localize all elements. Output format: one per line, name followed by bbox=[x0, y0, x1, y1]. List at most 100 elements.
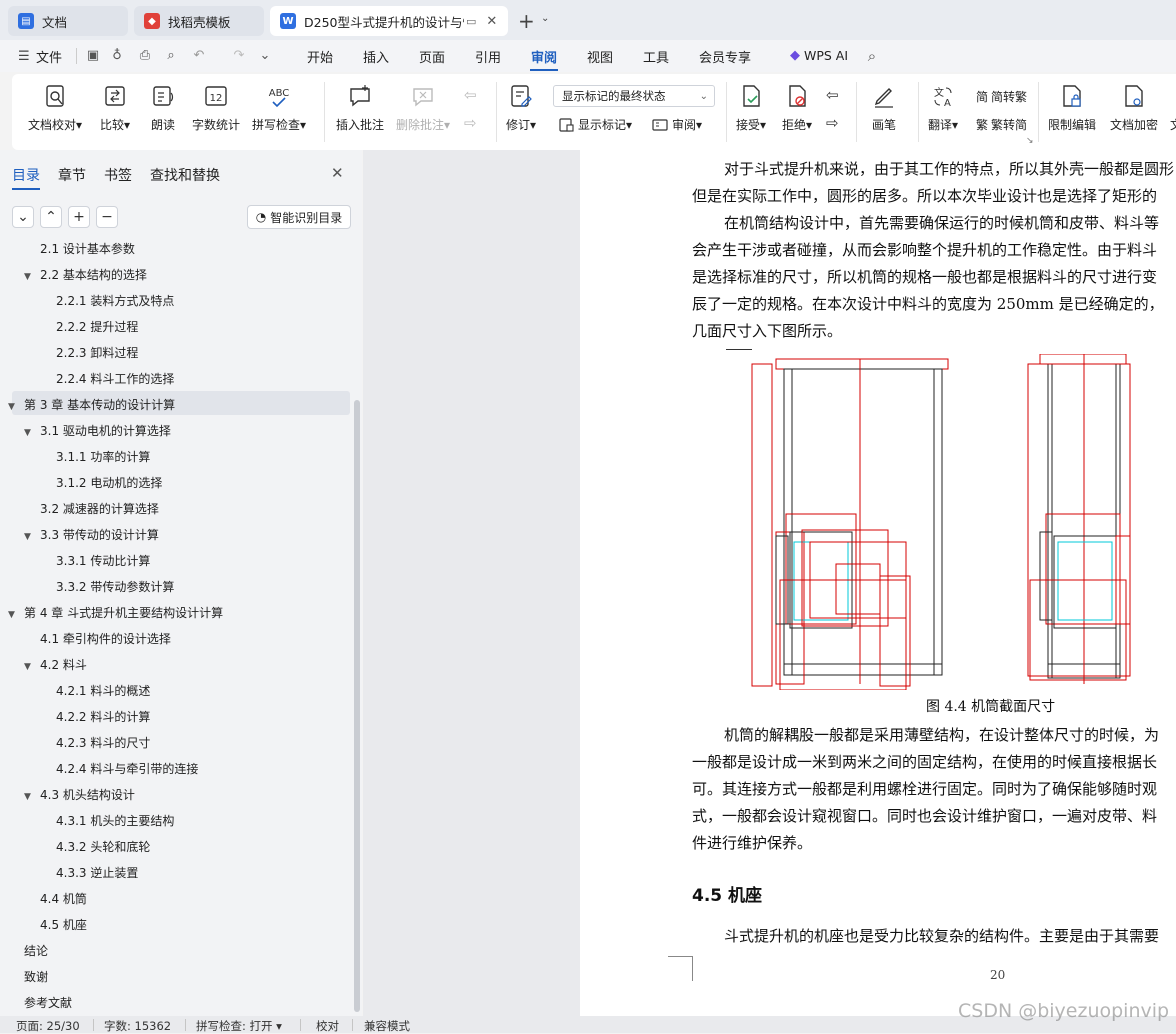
simplified-to-traditional-button[interactable]: 简 简转繁 bbox=[976, 88, 1027, 105]
expand-arrow-icon[interactable]: ▼ bbox=[24, 785, 34, 809]
reject-button[interactable]: 拒绝▾ bbox=[782, 84, 812, 133]
read-aloud-button[interactable]: 朗读 bbox=[151, 84, 175, 133]
close-panel-icon[interactable]: ✕ bbox=[331, 164, 344, 182]
expand-arrow-icon[interactable]: ▼ bbox=[8, 603, 18, 627]
toc-item[interactable]: 3.1.1 功率的计算 bbox=[56, 445, 150, 469]
redo-icon[interactable]: ↷ bbox=[232, 49, 246, 63]
spell-check-button[interactable]: ABC 拼写检查▾ bbox=[252, 84, 306, 133]
tab-list-chevron-icon[interactable]: ⌄ bbox=[541, 13, 549, 24]
menu-file[interactable]: 文件 bbox=[36, 47, 62, 66]
next-change-icon[interactable]: ⇨ bbox=[826, 114, 839, 132]
expand-arrow-icon[interactable]: ▼ bbox=[24, 655, 34, 679]
toc-item[interactable]: 4.2.3 料斗的尺寸 bbox=[56, 731, 150, 755]
menu-home[interactable]: 开始 bbox=[307, 47, 333, 66]
print-icon[interactable]: ⎙ bbox=[138, 49, 152, 63]
toc-item[interactable]: ▼ 2.2 基本结构的选择 bbox=[24, 263, 147, 287]
toc-item[interactable]: 3.3.1 传动比计算 bbox=[56, 549, 150, 573]
toc-item[interactable]: ▼ 4.2 料斗 bbox=[24, 653, 87, 677]
menu-review[interactable]: 审阅 bbox=[531, 47, 557, 66]
toc-item[interactable]: 3.1.2 电动机的选择 bbox=[56, 471, 162, 495]
word-count-button[interactable]: 12 字数统计 bbox=[192, 84, 240, 133]
menu-insert[interactable]: 插入 bbox=[363, 47, 389, 66]
tab-find-replace[interactable]: 查找和替换 bbox=[150, 165, 220, 185]
panel-scrollbar[interactable] bbox=[354, 400, 360, 1012]
tab-toc[interactable]: 目录 bbox=[12, 165, 40, 185]
search-icon[interactable]: ⌕ bbox=[865, 49, 879, 64]
collapse-down-icon[interactable]: ⌄ bbox=[12, 206, 34, 228]
translate-button[interactable]: 文A 翻译▾ bbox=[928, 84, 958, 133]
toc-item[interactable]: 2.2.3 卸料过程 bbox=[56, 341, 138, 365]
toc-item[interactable]: 4.2.2 料斗的计算 bbox=[56, 705, 150, 729]
toc-item[interactable]: 3.2 减速器的计算选择 bbox=[40, 497, 159, 521]
toc-item[interactable]: ▼ 3.1 驱动电机的计算选择 bbox=[24, 419, 171, 443]
track-changes-button[interactable]: 修订▾ bbox=[506, 84, 536, 133]
compare-button[interactable]: 比较▾ bbox=[100, 84, 130, 133]
more-ribbon-label[interactable]: 文 bbox=[1170, 116, 1176, 133]
toc-item[interactable]: 结论 bbox=[24, 939, 48, 963]
toc-item[interactable]: 4.3.3 逆止装置 bbox=[56, 861, 138, 885]
collapse-up-icon[interactable]: ⌃ bbox=[40, 206, 62, 228]
delete-comment-button[interactable]: 删除批注▾ bbox=[396, 84, 450, 133]
restrict-edit-button[interactable]: 限制编辑 bbox=[1048, 84, 1096, 133]
show-markup-button[interactable]: 显示标记 ▾ bbox=[558, 116, 632, 133]
pen-button[interactable]: 画笔 bbox=[872, 84, 896, 133]
expand-arrow-icon[interactable]: ▼ bbox=[24, 421, 34, 445]
review-pane-button[interactable]: 审阅 ▾ bbox=[652, 116, 702, 133]
toc-item[interactable]: 2.2.4 料斗工作的选择 bbox=[56, 367, 174, 391]
doc-encrypt-button[interactable]: 文档加密 bbox=[1110, 84, 1158, 133]
previous-comment-icon[interactable]: ⇦ bbox=[464, 86, 477, 104]
more-chevron-icon[interactable]: ⌄ bbox=[258, 49, 272, 63]
print-preview-icon[interactable]: ⌕ bbox=[164, 49, 178, 63]
wps-ai-button[interactable]: ◆ WPS AI bbox=[790, 48, 848, 63]
tab-current-document[interactable]: W D250型斗式提升机的设计与性 ▭ ✕ bbox=[270, 6, 508, 36]
accept-button[interactable]: 接受▾ bbox=[736, 84, 766, 133]
smart-toc-button[interactable]: ◔ 智能识别目录 bbox=[247, 205, 351, 229]
share-icon[interactable]: ♁ bbox=[110, 49, 124, 63]
toc-item[interactable]: ▼ 3.3 带传动的设计计算 bbox=[24, 523, 159, 547]
menu-page[interactable]: 页面 bbox=[419, 47, 445, 66]
toc-item[interactable]: 2.2.1 装料方式及特点 bbox=[56, 289, 174, 313]
next-comment-icon[interactable]: ⇨ bbox=[464, 114, 477, 132]
proofread-status[interactable]: 校对 bbox=[316, 1018, 339, 1034]
page-indicator[interactable]: 页面: 25/30 bbox=[16, 1018, 80, 1034]
expand-arrow-icon[interactable]: ▼ bbox=[8, 395, 18, 419]
expand-arrow-icon[interactable]: ▼ bbox=[24, 265, 34, 289]
toc-item[interactable]: 致谢 bbox=[24, 965, 48, 989]
toc-item[interactable]: 2.1 设计基本参数 bbox=[40, 237, 135, 261]
toc-item[interactable]: 4.3.2 头轮和底轮 bbox=[56, 835, 150, 859]
toc-item[interactable]: 4.2.4 料斗与牵引带的连接 bbox=[56, 757, 198, 781]
toc-item[interactable]: ▼ 第 3 章 基本传动的设计计算 bbox=[8, 393, 175, 417]
traditional-to-simplified-button[interactable]: 繁 繁转简 bbox=[976, 116, 1027, 133]
menu-membership[interactable]: 会员专享 bbox=[699, 47, 751, 66]
toc-item[interactable]: 4.1 牵引构件的设计选择 bbox=[40, 627, 171, 651]
insert-comment-button[interactable]: 插入批注 bbox=[336, 84, 384, 133]
undo-icon[interactable]: ↶ bbox=[192, 49, 206, 63]
doc-check-button[interactable]: 文档校对▾ bbox=[28, 84, 82, 133]
expand-arrow-icon[interactable]: ▼ bbox=[24, 525, 34, 549]
remove-heading-icon[interactable]: − bbox=[96, 206, 118, 228]
toc-item[interactable]: 4.2.1 料斗的概述 bbox=[56, 679, 150, 703]
add-heading-icon[interactable]: + bbox=[68, 206, 90, 228]
previous-change-icon[interactable]: ⇦ bbox=[826, 86, 839, 104]
group-expand-icon[interactable]: ↘ bbox=[1026, 136, 1034, 146]
toc-item[interactable]: ▼ 第 4 章 斗式提升机主要结构设计计算 bbox=[8, 601, 223, 625]
save-icon[interactable]: ▣ bbox=[86, 49, 100, 63]
toc-item[interactable]: 4.5 机座 bbox=[40, 913, 87, 937]
menu-references[interactable]: 引用 bbox=[475, 47, 501, 66]
tab-chapters[interactable]: 章节 bbox=[58, 165, 86, 185]
menu-tools[interactable]: 工具 bbox=[643, 47, 669, 66]
toc-item[interactable]: ▼ 4.3 机头结构设计 bbox=[24, 783, 135, 807]
spell-check-status[interactable]: 拼写检查: 打开 ▾ bbox=[196, 1018, 282, 1034]
document-page[interactable]: 对于斗式提升机来说，由于其工作的特点，所以其外壳一般都是圆形 但是在实际工作中，… bbox=[580, 150, 1176, 1016]
new-tab-icon[interactable]: + bbox=[518, 9, 535, 33]
toc-item[interactable]: 4.4 机筒 bbox=[40, 887, 87, 911]
toc-item[interactable]: 2.2.2 提升过程 bbox=[56, 315, 138, 339]
menu-view[interactable]: 视图 bbox=[587, 47, 613, 66]
tab-docer-templates[interactable]: ◆ 找稻壳模板 bbox=[134, 6, 264, 36]
word-count-indicator[interactable]: 字数: 15362 bbox=[104, 1018, 171, 1034]
markup-display-select[interactable]: 显示标记的最终状态 ⌄ bbox=[553, 85, 715, 107]
tab-bookmarks[interactable]: 书签 bbox=[104, 165, 132, 185]
close-tab-icon[interactable]: ✕ bbox=[486, 14, 497, 29]
toc-item[interactable]: 3.3.2 带传动参数计算 bbox=[56, 575, 174, 599]
toc-item[interactable]: 4.3.1 机头的主要结构 bbox=[56, 809, 174, 833]
